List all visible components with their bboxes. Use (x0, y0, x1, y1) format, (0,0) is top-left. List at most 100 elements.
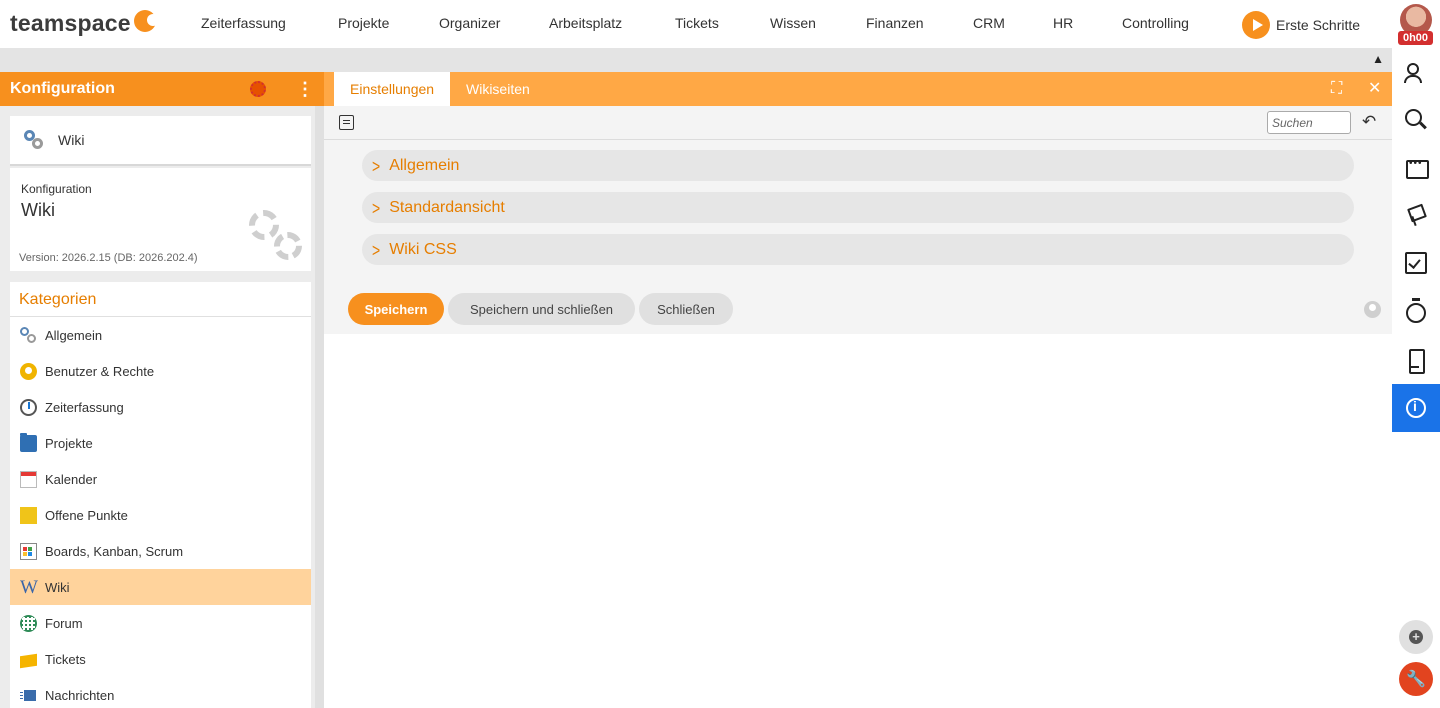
tab-wikiseiten[interactable]: Wikiseiten (450, 72, 546, 106)
category-item-benutzer-rechte[interactable]: Benutzer & Rechte (10, 353, 311, 389)
category-label: Boards, Kanban, Scrum (45, 543, 184, 559)
category-label: Projekte (45, 435, 93, 451)
user-avatar[interactable]: 0h00 (1398, 4, 1434, 45)
section-wiki-css[interactable]: > Wiki CSS (362, 234, 1354, 265)
close-button[interactable]: Schließen (639, 293, 733, 325)
tab-bar: Einstellungen Wikiseiten ⛶ ✕ (324, 72, 1392, 106)
add-icon[interactable] (1399, 620, 1433, 654)
panel-scrollbar[interactable] (315, 106, 324, 708)
close-icon[interactable]: ✕ (1368, 81, 1381, 97)
nav-item-hr[interactable]: HR (1053, 15, 1073, 31)
wrench-icon[interactable]: 🔧 (1399, 662, 1433, 696)
play-icon (1242, 11, 1270, 39)
timer-icon[interactable] (1392, 288, 1440, 336)
toolbar: ↶ (324, 106, 1392, 140)
category-label: Kalender (45, 471, 98, 487)
section-standardansicht[interactable]: > Standardansicht (362, 192, 1354, 223)
chevron-right-icon: > (372, 239, 381, 260)
stopwatch-icon (20, 398, 37, 416)
nav-item-arbeitsplatz[interactable]: Arbeitsplatz (549, 15, 622, 31)
pin-icon[interactable] (1392, 192, 1440, 240)
panel-title: Konfiguration (10, 80, 115, 97)
more-options-icon[interactable]: ⋮ (296, 80, 314, 98)
info-icon[interactable] (1392, 384, 1440, 432)
ticket-icon (20, 653, 37, 668)
save-button[interactable]: Speichern (348, 293, 444, 325)
maximize-icon[interactable]: ⛶ (1331, 81, 1342, 97)
user-icon[interactable] (1364, 301, 1381, 318)
save-and-close-button[interactable]: Speichern und schließen (448, 293, 635, 325)
nav-item-organizer[interactable]: Organizer (439, 15, 500, 31)
category-item-offene-punkte[interactable]: Offene Punkte (10, 497, 311, 533)
section-label: Wiki CSS (389, 240, 457, 258)
nav-item-crm[interactable]: CRM (973, 15, 1005, 31)
erste-schritte-button[interactable]: Erste Schritte (1242, 11, 1360, 39)
category-label: Forum (45, 615, 83, 631)
version-text: Version: 2026.2.15 (DB: 2026.202.4) (19, 252, 198, 264)
category-item-nachrichten[interactable]: Nachrichten (10, 677, 311, 708)
search-icon[interactable] (1392, 96, 1440, 144)
category-label: Wiki (45, 579, 70, 595)
nav-item-wissen[interactable]: Wissen (770, 15, 816, 31)
category-item-projekte[interactable]: Projekte (10, 425, 311, 461)
collapse-bar: ▲ (0, 48, 1392, 72)
category-label: Nachrichten (45, 687, 115, 703)
section-label: Allgemein (389, 156, 460, 174)
messages-icon (20, 687, 37, 704)
search-input[interactable] (1267, 111, 1351, 134)
gears-watermark-icon (246, 208, 306, 264)
category-item-kalender[interactable]: Kalender (10, 461, 311, 497)
category-item-zeiterfassung[interactable]: Zeiterfassung (10, 389, 311, 425)
erste-schritte-label: Erste Schritte (1276, 17, 1361, 33)
module-label: Wiki (58, 132, 85, 148)
undo-icon[interactable]: ↶ (1362, 112, 1376, 132)
tab-einstellungen[interactable]: Einstellungen (334, 72, 451, 106)
main-area: Einstellungen Wikiseiten ⛶ ✕ ↶ > Allgeme… (324, 72, 1392, 708)
collapse-up-icon[interactable]: ▲ (1372, 52, 1384, 66)
mobile-icon[interactable] (1392, 336, 1440, 384)
category-label: Zeiterfassung (45, 399, 124, 415)
section-label: Standardansicht (389, 198, 505, 216)
time-tracking-badge[interactable]: 0h00 (1398, 31, 1433, 45)
categories-title: Kategorien (10, 282, 311, 317)
settings-content: > Allgemein > Standardansicht > Wiki CSS… (324, 140, 1392, 334)
users-icon (20, 362, 37, 380)
categories-card: Kategorien Allgemein Benutzer & Rechte Z… (10, 282, 311, 708)
tasks-icon[interactable] (1392, 240, 1440, 288)
inbox-icon[interactable] (1392, 144, 1440, 192)
logo-text: teamspace (10, 10, 131, 36)
category-item-allgemein[interactable]: Allgemein (10, 317, 311, 353)
nav-item-finanzen[interactable]: Finanzen (866, 15, 924, 31)
configuration-panel: Konfiguration ⋮ Wiki Konfiguration Wiki … (0, 72, 324, 708)
folder-icon (20, 432, 37, 452)
nav-item-zeiterfassung[interactable]: Zeiterfassung (201, 15, 286, 31)
category-item-boards[interactable]: Boards, Kanban, Scrum (10, 533, 311, 569)
nav-item-projekte[interactable]: Projekte (338, 15, 389, 31)
teamspace-logo[interactable]: teamspace (10, 9, 159, 37)
nav-item-controlling[interactable]: Controlling (1122, 15, 1189, 31)
category-item-tickets[interactable]: Tickets (10, 641, 311, 677)
info-subtitle: Konfiguration (21, 182, 92, 196)
board-icon (20, 542, 37, 560)
category-label: Tickets (45, 651, 86, 667)
section-allgemein[interactable]: > Allgemein (362, 150, 1354, 181)
gears-icon (20, 326, 37, 344)
sticky-note-icon (20, 506, 37, 524)
logo-mark-icon (133, 9, 159, 32)
gears-icon (24, 130, 44, 150)
calendar-icon (20, 470, 37, 488)
category-label: Offene Punkte (45, 507, 128, 523)
category-label: Allgemein (45, 327, 103, 343)
contacts-icon[interactable] (1392, 48, 1440, 96)
category-item-wiki[interactable]: W Wiki (10, 569, 311, 605)
category-label: Benutzer & Rechte (45, 363, 155, 379)
bug-icon[interactable] (250, 81, 266, 97)
chevron-right-icon: > (372, 155, 381, 176)
module-card[interactable]: Wiki (10, 116, 311, 166)
wiki-icon: W (20, 576, 38, 598)
category-item-forum[interactable]: Forum (10, 605, 311, 641)
globe-icon (20, 614, 37, 632)
nav-item-tickets[interactable]: Tickets (675, 15, 719, 31)
settings-toggle-icon[interactable] (339, 115, 354, 130)
right-sidebar: 🔧 (1392, 48, 1440, 708)
